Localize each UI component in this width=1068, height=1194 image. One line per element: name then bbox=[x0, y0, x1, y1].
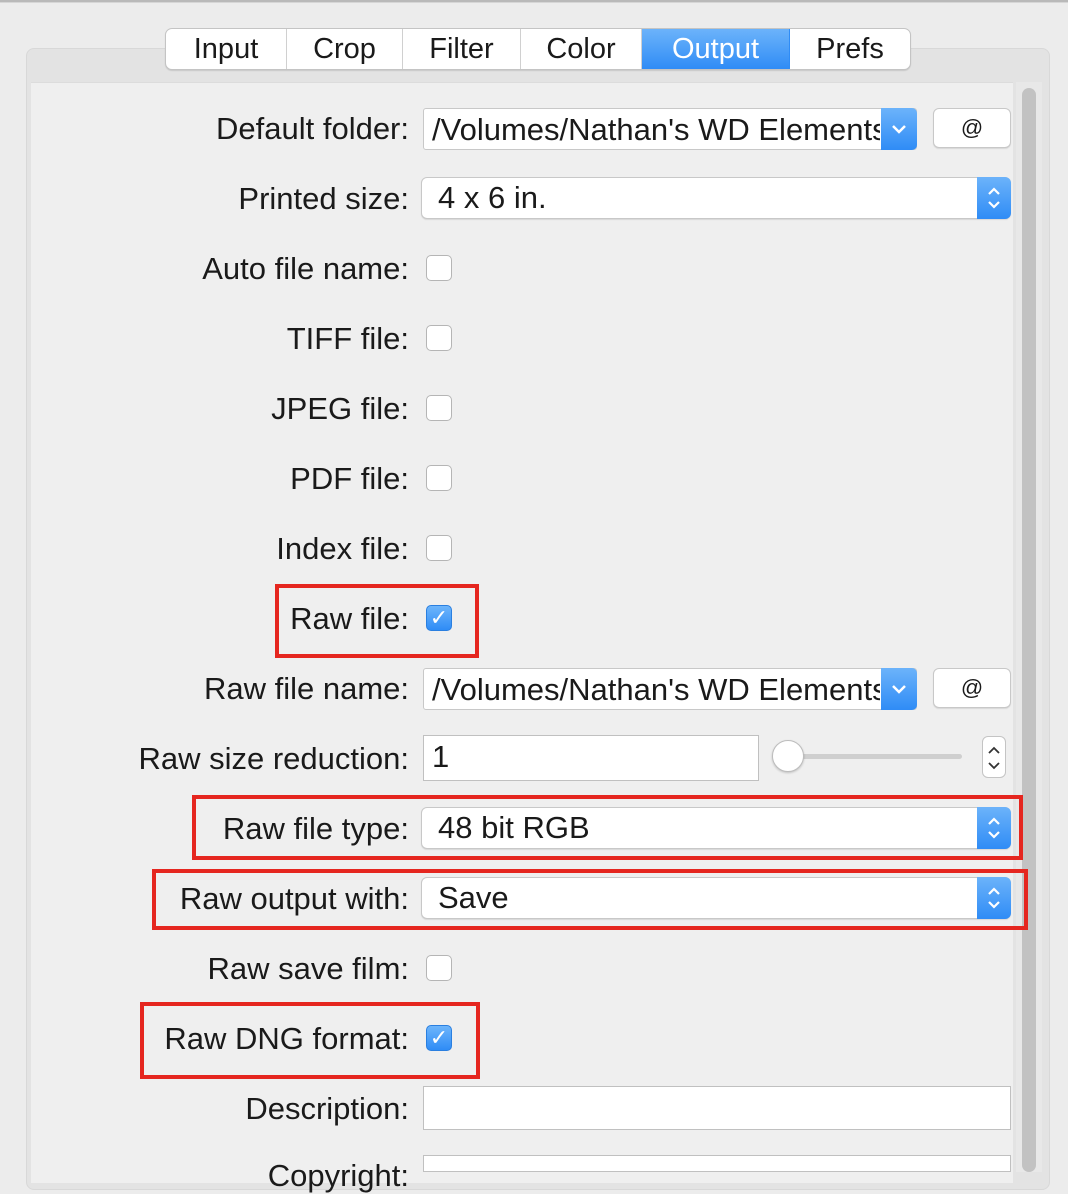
highlight-raw-dng-format bbox=[140, 1002, 480, 1079]
default-folder-dropdown-button[interactable] bbox=[881, 108, 917, 150]
jpeg-file-label: JPEG file: bbox=[271, 391, 409, 426]
pdf-file-checkbox[interactable] bbox=[426, 465, 452, 491]
tiff-file-checkbox[interactable] bbox=[426, 325, 452, 351]
default-folder-combo[interactable]: /Volumes/Nathan's WD Elements bbox=[423, 108, 917, 150]
index-file-checkbox[interactable] bbox=[426, 535, 452, 561]
raw-size-reduction-field[interactable]: 1 bbox=[423, 735, 759, 781]
raw-size-reduction-label: Raw size reduction: bbox=[138, 741, 409, 776]
default-folder-value[interactable]: /Volumes/Nathan's WD Elements bbox=[432, 110, 880, 150]
stepper-arrows-icon bbox=[988, 746, 1000, 770]
copyright-label: Copyright: bbox=[267, 1158, 409, 1193]
pdf-file-label: PDF file: bbox=[290, 461, 409, 496]
raw-size-reduction-slider-knob[interactable] bbox=[772, 740, 804, 772]
highlight-raw-file-type bbox=[192, 795, 1023, 860]
printed-size-popup[interactable]: 4 x 6 in. bbox=[421, 177, 1011, 219]
description-label: Description: bbox=[245, 1091, 409, 1126]
raw-file-name-dropdown-button[interactable] bbox=[881, 668, 917, 710]
raw-save-film-label: Raw save film: bbox=[207, 951, 409, 986]
chevron-down-icon bbox=[892, 125, 906, 134]
raw-file-name-combo[interactable]: /Volumes/Nathan's WD Elements bbox=[423, 668, 917, 710]
tab-prefs[interactable]: Prefs bbox=[790, 29, 910, 69]
auto-file-name-label: Auto file name: bbox=[202, 251, 409, 286]
jpeg-file-checkbox[interactable] bbox=[426, 395, 452, 421]
printed-size-value: 4 x 6 in. bbox=[438, 180, 547, 215]
tab-output[interactable]: Output bbox=[642, 29, 790, 69]
raw-file-name-browse-button[interactable]: @ bbox=[933, 668, 1011, 708]
default-folder-browse-button[interactable]: @ bbox=[933, 108, 1011, 148]
tiff-file-label: TIFF file: bbox=[286, 321, 409, 356]
chevron-down-icon bbox=[892, 685, 906, 694]
popup-arrows-icon bbox=[977, 177, 1011, 219]
tab-crop[interactable]: Crop bbox=[287, 29, 403, 69]
raw-size-reduction-value: 1 bbox=[432, 739, 450, 774]
copyright-field[interactable] bbox=[423, 1155, 1011, 1172]
raw-save-film-checkbox[interactable] bbox=[426, 955, 452, 981]
default-folder-label: Default folder: bbox=[216, 111, 409, 146]
scrollbar-thumb[interactable] bbox=[1022, 88, 1036, 1172]
description-field[interactable] bbox=[423, 1086, 1011, 1130]
printed-size-label: Printed size: bbox=[238, 181, 409, 216]
raw-file-name-value[interactable]: /Volumes/Nathan's WD Elements bbox=[432, 670, 880, 710]
auto-file-name-checkbox[interactable] bbox=[426, 255, 452, 281]
highlight-raw-output-with bbox=[152, 869, 1028, 930]
tab-filter[interactable]: Filter bbox=[403, 29, 521, 69]
window-top-border-light bbox=[0, 2, 1068, 3]
highlight-raw-file bbox=[275, 584, 479, 658]
raw-size-reduction-stepper[interactable] bbox=[982, 736, 1006, 778]
raw-size-reduction-slider-track[interactable] bbox=[787, 754, 962, 759]
tab-bar: Input Crop Filter Color Output Prefs bbox=[165, 28, 911, 70]
tab-input[interactable]: Input bbox=[166, 29, 287, 69]
tab-color[interactable]: Color bbox=[521, 29, 642, 69]
index-file-label: Index file: bbox=[276, 531, 409, 566]
raw-file-name-label: Raw file name: bbox=[203, 671, 409, 706]
